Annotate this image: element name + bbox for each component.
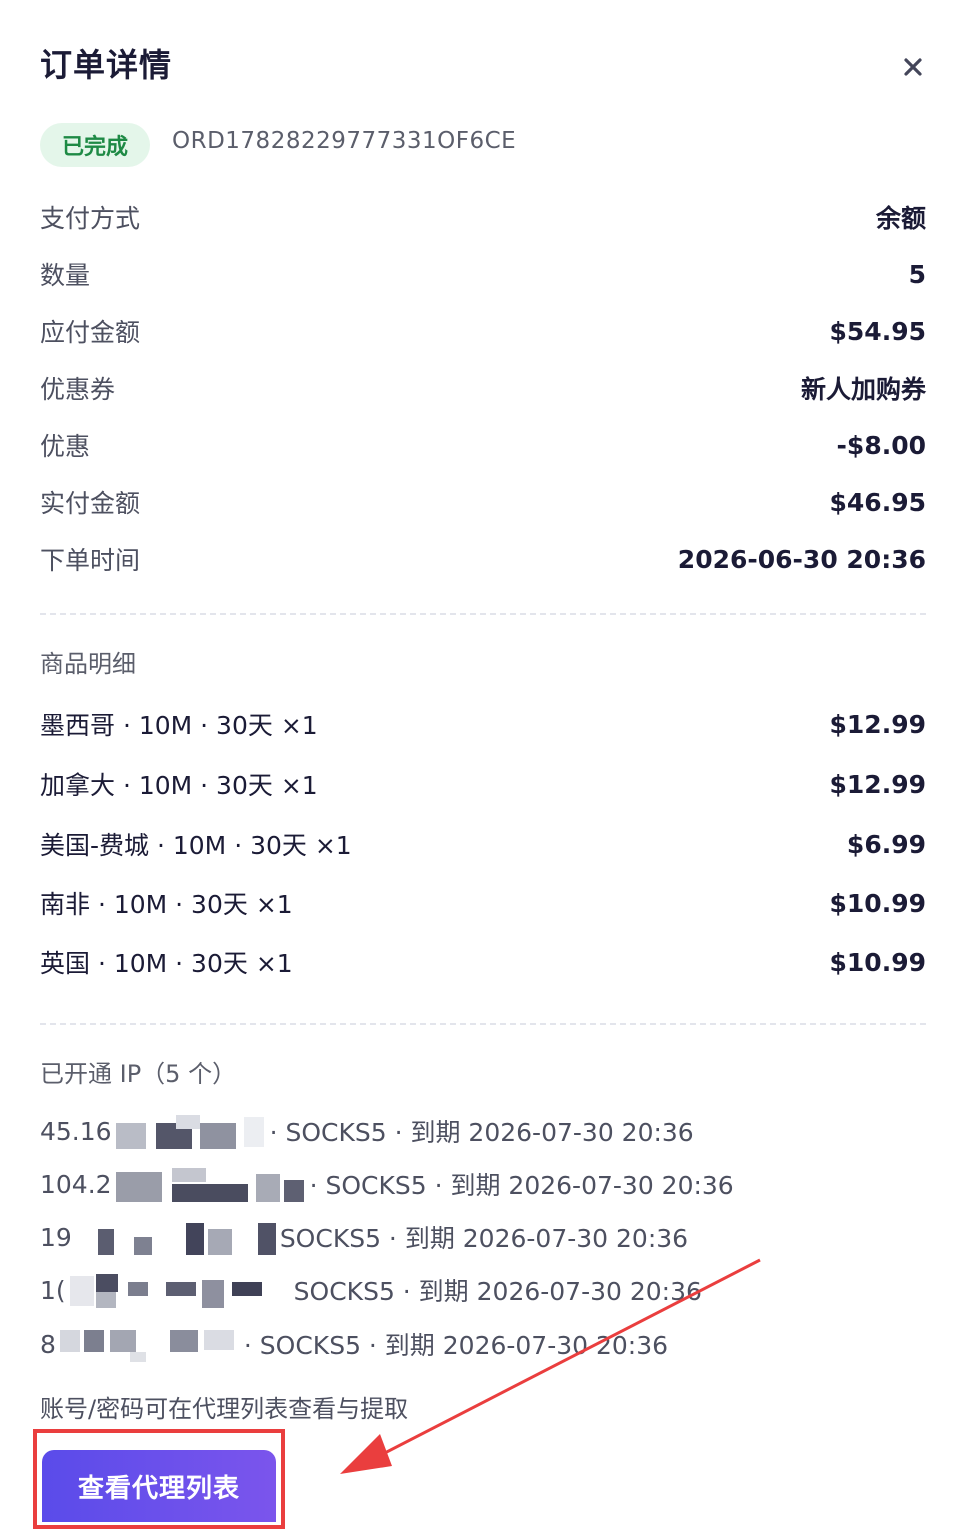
ip-row: 1( SOCKS5 · 到期 2026-07-30 20:36 [40,1270,702,1310]
items-section-title: 商品明细 [40,650,136,678]
ip-row: 45.16 · SOCKS5 · 到期 2026-07-30 20:36 [40,1111,694,1151]
summary-label: 应付金额 [40,318,141,347]
item-name: 美国-费城 · 10M · 30天 ×1 [40,831,352,860]
list-item: 墨西哥 · 10M · 30天 ×1 $12.99 [40,704,926,744]
redacted-mosaic [59,1326,240,1362]
item-name: 英国 · 10M · 30天 ×1 [40,949,293,978]
ip-prefix: 19 [40,1222,72,1252]
ip-details: · SOCKS5 · 到期 2026-07-30 20:36 [309,1171,734,1200]
ip-row: 19 SOCKS5 · 到期 2026-07-30 20:36 [40,1217,688,1257]
summary-label: 支付方式 [40,204,141,233]
ip-prefix: 1( [40,1275,66,1305]
item-price: $10.99 [829,888,926,918]
close-icon[interactable] [896,50,930,84]
redacted-mosaic [76,1219,276,1255]
summary-row-order-time: 下单时间 2026-06-30 20:36 [40,539,926,579]
summary-row-amount-paid: 实付金额 $46.95 [40,482,926,522]
summary-value: 2026-06-30 20:36 [677,544,926,574]
list-item: 加拿大 · 10M · 30天 ×1 $12.99 [40,764,926,804]
redacted-mosaic [115,1166,306,1202]
item-price: $12.99 [829,769,926,799]
summary-row-amount-due: 应付金额 $54.95 [40,311,926,351]
modal-title: 订单详情 [40,46,173,84]
divider [40,613,926,615]
item-price: $6.99 [846,829,926,859]
ip-prefix: 104.2 [40,1169,112,1199]
ip-prefix: 45.16 [40,1116,112,1146]
ip-details: SOCKS5 · 到期 2026-07-30 20:36 [279,1224,689,1253]
list-item: 美国-费城 · 10M · 30天 ×1 $6.99 [40,824,926,864]
list-item: 英国 · 10M · 30天 ×1 $10.99 [40,942,926,982]
order-detail-modal: 订单详情 已完成 ORD17828229777331OF6CE 支付方式 余额 … [0,0,972,1529]
redacted-mosaic [115,1113,266,1149]
status-badge: 已完成 [40,123,150,167]
item-price: $12.99 [829,709,926,739]
redacted-mosaic [69,1272,290,1308]
ip-row: 8 · SOCKS5 · 到期 2026-07-30 20:36 [40,1324,668,1364]
item-name: 墨西哥 · 10M · 30天 ×1 [40,711,318,740]
ip-section-title: 已开通 IP（5 个） [40,1060,237,1088]
item-name: 加拿大 · 10M · 30天 ×1 [40,771,318,800]
summary-label: 数量 [40,261,91,290]
ip-prefix: 8 [40,1329,56,1359]
proxy-list-note: 账号/密码可在代理列表查看与提取 [40,1395,409,1423]
ip-details: · SOCKS5 · 到期 2026-07-30 20:36 [269,1118,694,1147]
annotation-highlight-box [33,1429,285,1529]
summary-value: 余额 [875,204,926,233]
summary-value: -$8.00 [836,430,926,460]
summary-row-quantity: 数量 5 [40,254,926,294]
summary-value: 5 [908,259,926,289]
divider [40,1023,926,1025]
ip-details: SOCKS5 · 到期 2026-07-30 20:36 [293,1277,702,1306]
ip-details: · SOCKS5 · 到期 2026-07-30 20:36 [243,1331,669,1360]
order-id: ORD17828229777331OF6CE [172,128,517,154]
item-price: $10.99 [829,947,926,977]
summary-row-payment: 支付方式 余额 [40,197,926,237]
summary-value: $54.95 [829,316,926,346]
ip-row: 104.2 · SOCKS5 · 到期 2026-07-30 20:36 [40,1164,734,1204]
list-item: 南非 · 10M · 30天 ×1 $10.99 [40,883,926,923]
summary-label: 优惠 [40,432,91,461]
summary-value: $46.95 [829,487,926,517]
item-name: 南非 · 10M · 30天 ×1 [40,890,293,919]
summary-row-coupon: 优惠券 新人加购券 [40,368,926,408]
summary-label: 实付金额 [40,489,141,518]
summary-label: 优惠券 [40,375,116,404]
summary-value: 新人加购券 [800,375,926,404]
summary-label: 下单时间 [40,546,141,575]
summary-row-discount: 优惠 -$8.00 [40,425,926,465]
